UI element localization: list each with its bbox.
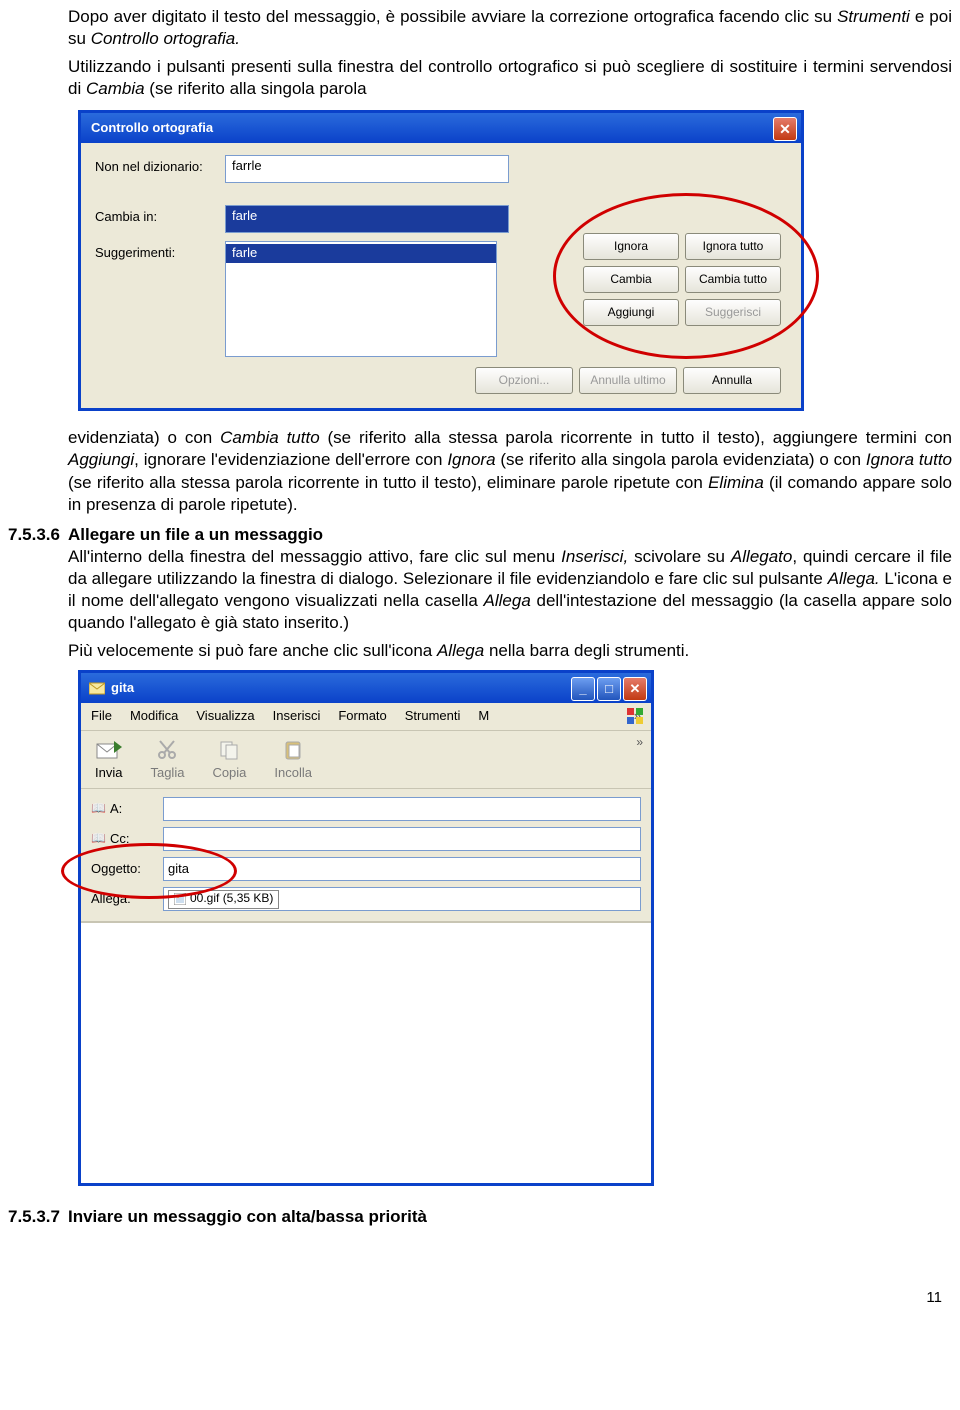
to-field[interactable] — [163, 797, 641, 821]
cancel-button[interactable]: Annulla — [683, 367, 781, 394]
dialog-title: Controllo ortografia — [91, 120, 213, 137]
close-button[interactable]: ✕ — [623, 677, 647, 701]
attach-field[interactable]: 00.gif (5,35 KB) — [163, 887, 641, 911]
change-button[interactable]: Cambia — [583, 266, 679, 293]
attach-label: Allega: — [91, 891, 163, 908]
paragraph: Utilizzando i pulsanti presenti sulla fi… — [8, 56, 952, 100]
spellcheck-dialog: Controllo ortografia ✕ Non nel dizionari… — [78, 110, 804, 411]
copy-icon — [212, 737, 246, 763]
menu-tools[interactable]: Strumenti — [405, 708, 461, 725]
mail-compose-window: gita _ □ ✕ File Modifica Visualizza Inse… — [78, 670, 654, 1186]
menu-view[interactable]: Visualizza — [196, 708, 254, 725]
close-button[interactable]: ✕ — [773, 117, 797, 141]
section-heading: 7.5.3.7 Inviare un messaggio con alta/ba… — [8, 1206, 952, 1228]
paragraph: Dopo aver digitato il testo del messaggi… — [8, 6, 952, 50]
windows-flag-icon — [625, 706, 645, 726]
paragraph: evidenziata) o con Cambia tutto (se rife… — [8, 427, 952, 515]
maximize-icon: □ — [605, 681, 613, 698]
menu-insert[interactable]: Inserisci — [273, 708, 321, 725]
menu-file[interactable]: File — [91, 708, 112, 725]
label-suggestions: Suggerimenti: — [95, 241, 225, 262]
undo-last-button[interactable]: Annulla ultimo — [579, 367, 677, 394]
suggest-button[interactable]: Suggerisci — [685, 299, 781, 326]
mail-header-fields: 📖A: 📖Cc: Oggetto: gita Allega: 00 — [81, 789, 651, 922]
send-button[interactable]: Invia — [95, 737, 122, 782]
scissors-icon — [150, 737, 184, 763]
subject-label: Oggetto: — [91, 861, 163, 878]
suggestion-item[interactable]: farle — [226, 244, 496, 263]
cc-field[interactable] — [163, 827, 641, 851]
mail-titlebar: gita _ □ ✕ — [81, 673, 651, 703]
minimize-icon: _ — [579, 681, 586, 698]
address-book-icon: 📖 — [91, 831, 106, 847]
copy-button[interactable]: Copia — [212, 737, 246, 782]
not-in-dict-field[interactable]: farrle — [225, 155, 509, 183]
menu-more-letter[interactable]: M — [478, 708, 489, 725]
change-to-field[interactable]: farle — [225, 205, 509, 233]
paragraph: All'interno della finestra del messaggio… — [8, 546, 952, 634]
maximize-button[interactable]: □ — [597, 677, 621, 701]
close-icon: ✕ — [779, 120, 791, 138]
section-number: 7.5.3.6 — [8, 524, 68, 546]
mail-title: gita — [111, 680, 134, 697]
subject-field[interactable]: gita — [163, 857, 641, 881]
dialog-titlebar: Controllo ortografia ✕ — [81, 113, 801, 143]
paste-icon — [274, 737, 312, 763]
section-number: 7.5.3.7 — [8, 1206, 68, 1228]
ignore-button[interactable]: Ignora — [583, 233, 679, 260]
label-change-to: Cambia in: — [95, 205, 225, 226]
options-button[interactable]: Opzioni... — [475, 367, 573, 394]
change-all-button[interactable]: Cambia tutto — [685, 266, 781, 293]
label-not-in-dict: Non nel dizionario: — [95, 155, 225, 176]
address-book-icon: 📖 — [91, 801, 106, 817]
suggestions-list[interactable]: farle — [225, 241, 497, 357]
cc-label: 📖Cc: — [91, 831, 163, 848]
to-label: 📖A: — [91, 801, 163, 818]
paste-button[interactable]: Incolla — [274, 737, 312, 782]
add-button[interactable]: Aggiungi — [583, 299, 679, 326]
menu-bar: File Modifica Visualizza Inserisci Forma… — [81, 703, 651, 731]
attachment-chip[interactable]: 00.gif (5,35 KB) — [168, 890, 279, 909]
mail-body[interactable] — [81, 922, 651, 1183]
gif-file-icon — [174, 893, 186, 905]
toolbar: Invia Taglia Copia Incolla » — [81, 731, 651, 789]
section-heading: 7.5.3.6 Allegare un file a un messaggio — [8, 524, 952, 546]
menu-format[interactable]: Formato — [338, 708, 386, 725]
paragraph: Più velocemente si può fare anche clic s… — [8, 640, 952, 662]
page-number: 11 — [8, 1288, 952, 1308]
menu-edit[interactable]: Modifica — [130, 708, 178, 725]
cut-button[interactable]: Taglia — [150, 737, 184, 782]
section-title: Inviare un messaggio con alta/bassa prio… — [68, 1206, 427, 1228]
section-title: Allegare un file a un messaggio — [68, 524, 323, 546]
minimize-button[interactable]: _ — [571, 677, 595, 701]
toolbar-overflow[interactable]: » — [636, 735, 643, 751]
send-icon — [95, 737, 122, 763]
close-icon: ✕ — [630, 681, 641, 698]
envelope-icon — [89, 680, 105, 696]
ignore-all-button[interactable]: Ignora tutto — [685, 233, 781, 260]
